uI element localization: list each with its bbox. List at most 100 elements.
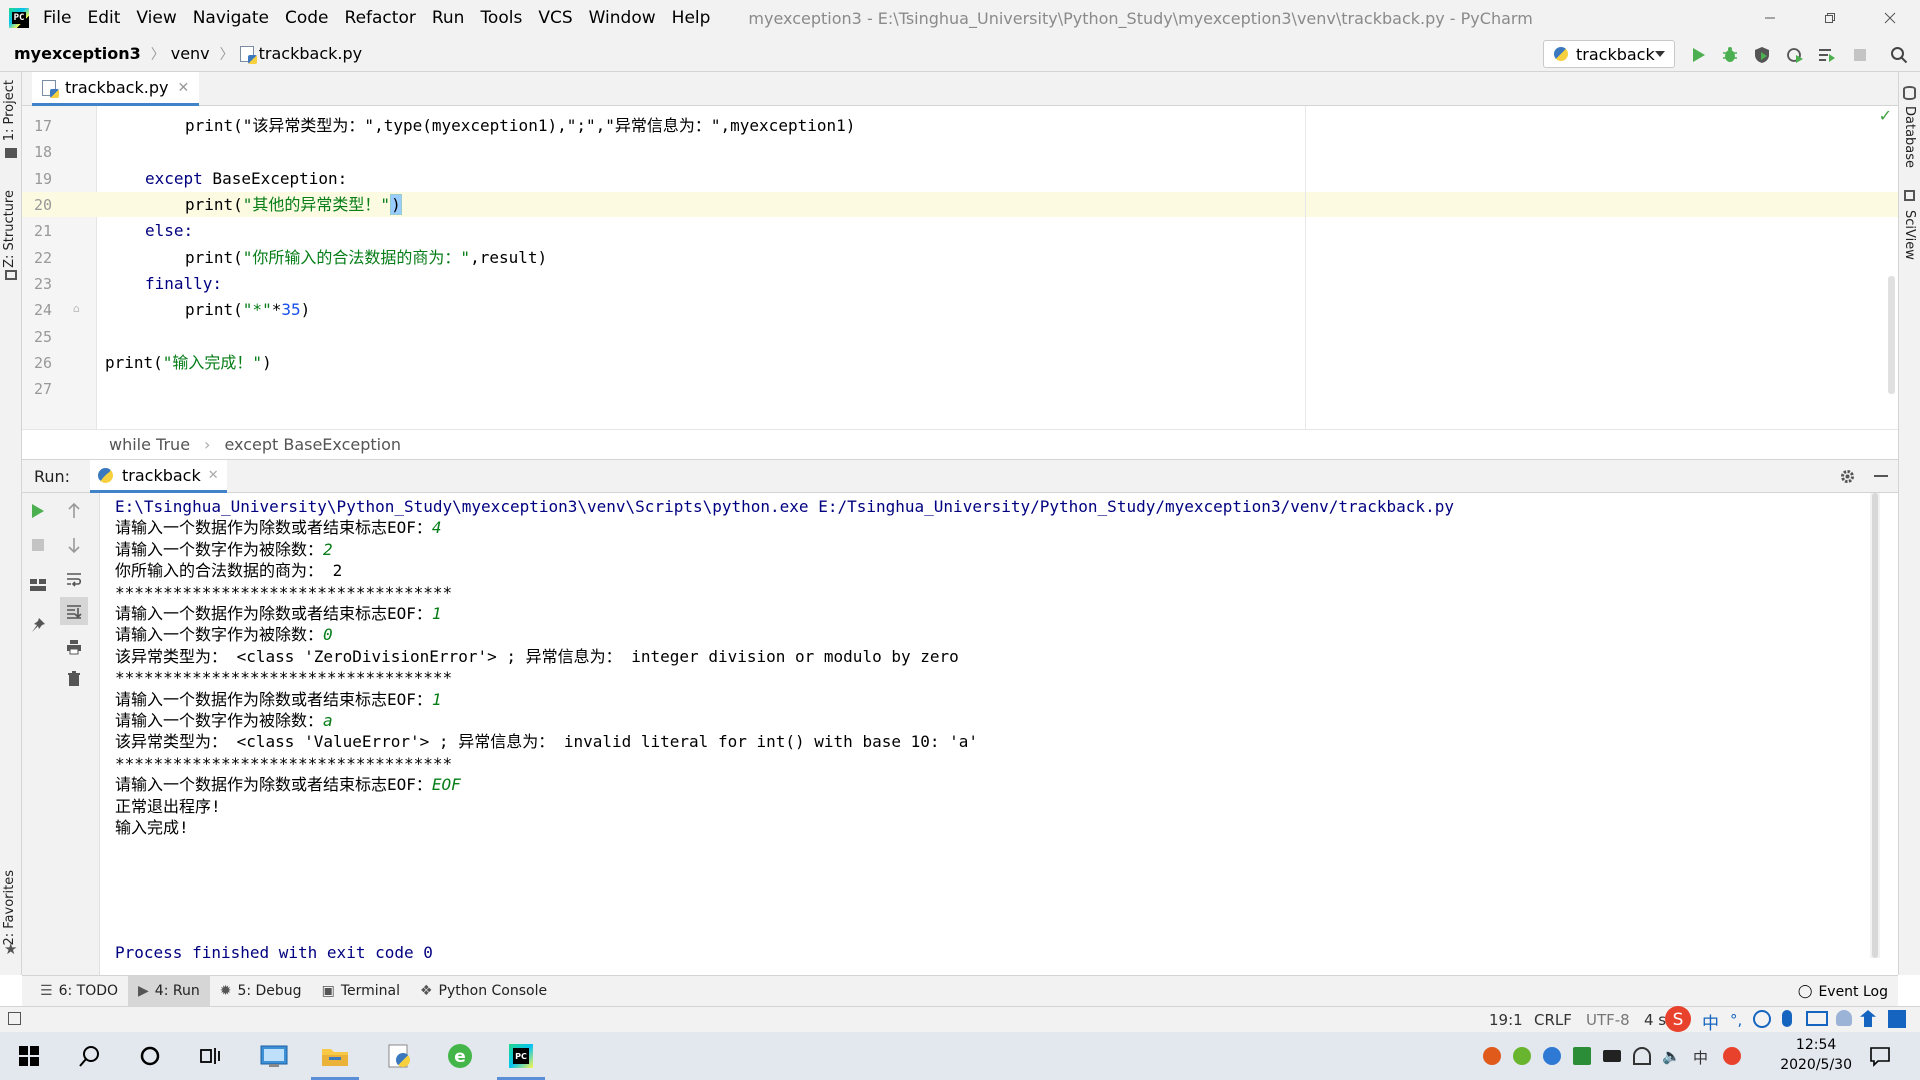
todo-tool-button[interactable]: ☰ 6: TODO: [30, 976, 128, 1007]
console-output[interactable]: E:\Tsinghua_University\Python_Study\myex…: [100, 493, 1880, 975]
inspection-ok-icon[interactable]: ✓: [1879, 106, 1892, 125]
console-scrollbar[interactable]: [1870, 493, 1880, 958]
tray-app-icon[interactable]: [1513, 1047, 1531, 1065]
microphone-icon[interactable]: [1782, 1010, 1792, 1027]
favorites-tool-tab[interactable]: 2: Favorites: [2, 870, 17, 946]
ime-punctuation-icon[interactable]: °,: [1730, 1011, 1742, 1029]
volume-icon[interactable]: 🔈: [1662, 1047, 1681, 1065]
rerun-button[interactable]: [28, 501, 48, 521]
search-button[interactable]: [74, 1040, 106, 1072]
database-tool-tab[interactable]: Database: [1902, 106, 1917, 168]
run-tab-trackback[interactable]: trackback ✕: [90, 460, 227, 493]
clear-all-button[interactable]: [64, 669, 84, 689]
notifications-button[interactable]: [1864, 1040, 1896, 1072]
nav-folder[interactable]: venv: [171, 44, 210, 63]
project-tool-tab[interactable]: 1: Project: [2, 80, 17, 141]
sogou-ime-logo-icon[interactable]: S: [1662, 1003, 1694, 1035]
scroll-up-button[interactable]: [64, 501, 84, 521]
nav-project[interactable]: myexception3: [14, 44, 141, 63]
sogou-tray-icon[interactable]: [1723, 1047, 1741, 1065]
line-number-gutter: 17 18 19 20 21 22 23 24 25 26 27 ⌂: [22, 106, 97, 429]
terminal-tool-button[interactable]: ▣ Terminal: [312, 976, 410, 1007]
stop-run-button[interactable]: [28, 535, 48, 555]
run-button[interactable]: [1690, 46, 1708, 64]
tray-app-icon[interactable]: [1483, 1047, 1501, 1065]
menu-run[interactable]: Run: [432, 8, 465, 28]
menu-file[interactable]: File: [43, 8, 71, 28]
editor-scrollbar[interactable]: [1888, 276, 1895, 394]
string-literal: "输入完成！": [162, 353, 263, 372]
search-everywhere-button[interactable]: [1890, 46, 1908, 64]
system-clock[interactable]: 12:54 2020/5/30: [1780, 1035, 1852, 1075]
browser-app[interactable]: e: [444, 1040, 476, 1072]
stop-button[interactable]: [1851, 46, 1869, 64]
code-editor[interactable]: 17 18 19 20 21 22 23 24 25 26 27 ⌂ print…: [22, 106, 1898, 429]
wifi-icon[interactable]: [1633, 1047, 1651, 1065]
line-separator[interactable]: CRLF: [1534, 1011, 1572, 1029]
start-button[interactable]: [13, 1040, 45, 1072]
profile-button[interactable]: [1786, 46, 1804, 64]
nvidia-icon[interactable]: [1573, 1047, 1591, 1065]
menu-vcs[interactable]: VCS: [538, 8, 572, 28]
toolbox-grid-icon[interactable]: [1888, 1010, 1906, 1028]
menu-help[interactable]: Help: [672, 8, 711, 28]
sciview-tool-tab[interactable]: SciView: [1902, 210, 1917, 260]
editor-tab-trackback[interactable]: trackback.py ✕: [32, 72, 200, 106]
menu-navigate[interactable]: Navigate: [193, 8, 269, 28]
soft-wrap-button[interactable]: [64, 569, 84, 589]
tool-windows-toggle-icon[interactable]: [8, 1012, 21, 1025]
skin-icon[interactable]: [1860, 1010, 1876, 1027]
menu-edit[interactable]: Edit: [87, 8, 120, 28]
menu-refactor[interactable]: Refactor: [345, 8, 416, 28]
database-icon: [1903, 86, 1916, 100]
close-window-button[interactable]: [1860, 0, 1920, 36]
user-icon[interactable]: [1836, 1010, 1852, 1026]
scroll-down-button[interactable]: [64, 535, 84, 555]
svg-text:e: e: [454, 1047, 466, 1067]
settings-button[interactable]: [1839, 468, 1856, 489]
tray-app-icon[interactable]: [1543, 1047, 1561, 1065]
file-explorer-app[interactable]: [311, 1040, 359, 1080]
breadcrumb-except[interactable]: except BaseException: [224, 435, 401, 454]
line-number: 24: [33, 301, 52, 319]
menu-view[interactable]: View: [136, 8, 176, 28]
menu-tools[interactable]: Tools: [480, 8, 522, 28]
debug-tool-button[interactable]: ✹ 5: Debug: [210, 976, 312, 1007]
event-log-button[interactable]: ◯ Event Log: [1798, 976, 1888, 1007]
run-configuration-dropdown[interactable]: trackback: [1543, 40, 1675, 68]
python-console-tool-button[interactable]: ❖ Python Console: [410, 976, 557, 1007]
cortana-button[interactable]: [134, 1040, 166, 1072]
pin-tab-button[interactable]: [28, 615, 48, 635]
control-panel-app[interactable]: [258, 1040, 290, 1072]
nav-folder-label: venv: [170, 44, 210, 63]
restore-layout-button[interactable]: [28, 575, 48, 595]
debug-button[interactable]: [1721, 46, 1739, 64]
keyboard-icon[interactable]: [1806, 1011, 1828, 1026]
run-tool-button[interactable]: ▶ 4: Run: [128, 975, 210, 1007]
restore-button[interactable]: [1800, 0, 1860, 36]
menu-code[interactable]: Code: [285, 8, 329, 28]
close-tab-icon[interactable]: ✕: [177, 80, 189, 96]
python-idle-app[interactable]: [383, 1040, 415, 1072]
pycharm-app[interactable]: PC: [497, 1040, 545, 1080]
close-tab-icon[interactable]: ✕: [208, 468, 219, 483]
file-encoding[interactable]: UTF-8: [1586, 1011, 1630, 1029]
hide-panel-button[interactable]: [1874, 475, 1888, 477]
minimize-button[interactable]: [1740, 0, 1800, 36]
menu-window[interactable]: Window: [589, 8, 656, 28]
battery-icon[interactable]: [1603, 1050, 1621, 1062]
nav-file[interactable]: trackback.py: [239, 44, 362, 64]
breadcrumb-while-true[interactable]: while True: [109, 435, 190, 454]
emoji-icon[interactable]: [1753, 1010, 1771, 1028]
run-with-coverage-button[interactable]: [1753, 46, 1771, 64]
concurrency-button[interactable]: [1818, 46, 1836, 64]
ime-mode[interactable]: 中: [1702, 1009, 1719, 1034]
caret-position[interactable]: 19:1: [1489, 1011, 1523, 1029]
task-view-button[interactable]: [194, 1040, 226, 1072]
print-button[interactable]: [64, 637, 84, 657]
structure-tool-tab[interactable]: Z: Structure: [2, 190, 17, 268]
fold-marker-icon[interactable]: ⌂: [73, 302, 80, 315]
scroll-to-end-button[interactable]: [60, 597, 88, 625]
ime-indicator[interactable]: 中: [1693, 1047, 1711, 1067]
console-line-text: ***********************************: [115, 668, 453, 688]
